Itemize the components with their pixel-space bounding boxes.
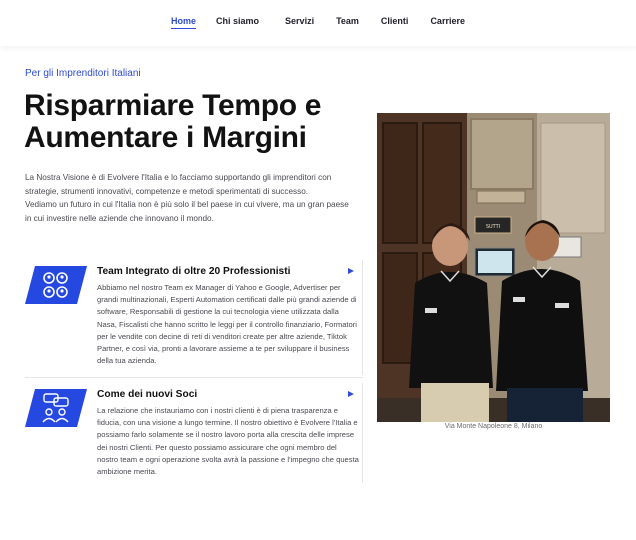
nav-link-team[interactable]: Team	[336, 16, 359, 29]
feature-text-soci: La relazione che instauriamo con i nostr…	[97, 406, 359, 477]
page-title: Risparmiare Tempo e Aumentare i Margini	[24, 89, 322, 154]
nav-link-carriere[interactable]: Carriere	[430, 16, 465, 29]
nav-link-chi-siamo[interactable]: Chi siamo	[216, 16, 259, 29]
intro-paragraph-future: Vediamo un futuro in cui l'Italia non è …	[25, 200, 349, 223]
feature-card-team[interactable]: Team Integrato di oltre 20 Professionist…	[25, 260, 363, 375]
feature-title-soci: Come dei nuovi Soci	[97, 389, 198, 400]
nav-link-servizi[interactable]: Servizi	[285, 16, 314, 29]
feature-text-team: Abbiamo nel nostro Team ex Manager di Ya…	[97, 283, 357, 366]
arrow-right-icon[interactable]	[348, 268, 354, 274]
intro-paragraph-vision: La Nostra Visione è di Evolvere l'Italia…	[25, 173, 332, 196]
main-nav: Home Chi siamo Servizi Team Clienti Carr…	[0, 16, 636, 29]
feature-title-team: Team Integrato di oltre 20 Professionist…	[97, 266, 291, 277]
hero-eyebrow: Per gli Imprenditori Italiani	[25, 68, 141, 79]
nav-link-clienti[interactable]: Clienti	[381, 16, 409, 29]
hero-intro: La Nostra Visione è di Evolvere l'Italia…	[25, 171, 350, 225]
nav-link-home[interactable]: Home	[171, 16, 197, 29]
top-navbar: Home Chi siamo Servizi Team Clienti Carr…	[0, 0, 636, 46]
feature-card-soci[interactable]: Come dei nuovi Soci La relazione che ins…	[25, 383, 363, 483]
team-photo: SUTTI	[377, 113, 610, 422]
team-circles-icon	[25, 266, 87, 304]
photo-caption: Via Monte Napoleone 8, Milano	[444, 423, 543, 430]
partners-chat-icon	[25, 389, 87, 427]
sign-text: SUTTI	[486, 224, 500, 230]
feature-divider	[25, 377, 363, 378]
arrow-right-icon[interactable]	[348, 391, 354, 397]
team-photo-illustration: SUTTI	[377, 113, 610, 422]
